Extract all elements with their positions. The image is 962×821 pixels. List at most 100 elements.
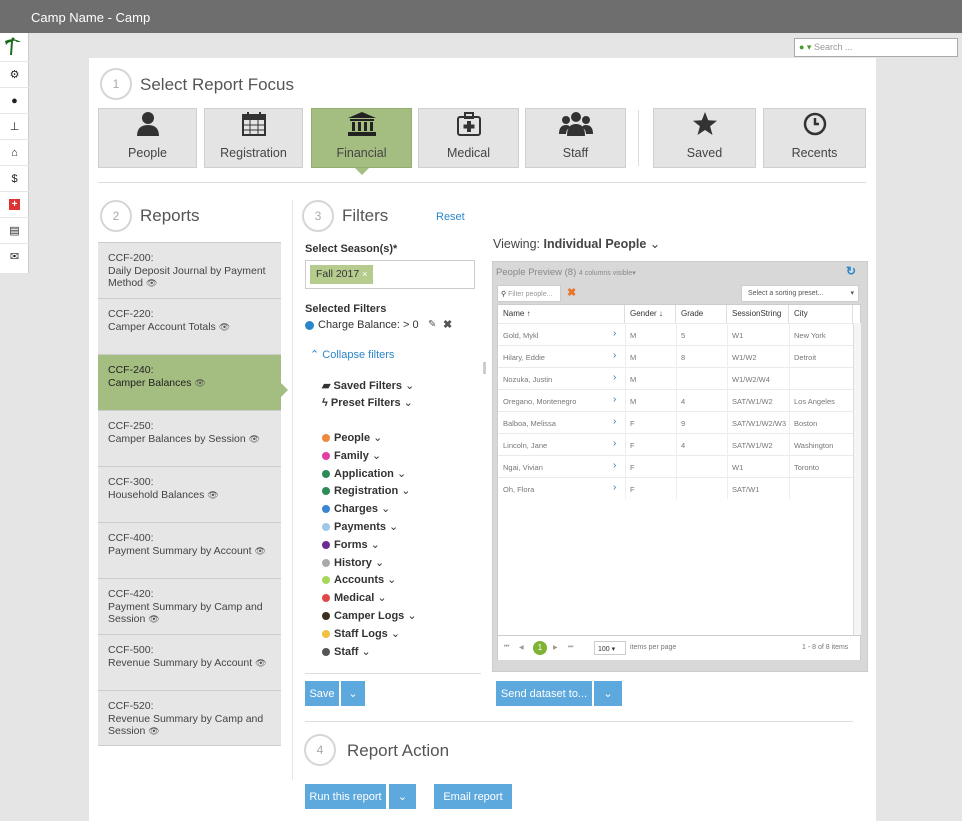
refresh-icon[interactable]: ↻: [846, 264, 856, 278]
filter-people-input[interactable]: ⚲ Filter people...: [497, 285, 561, 302]
eye-icon[interactable]: 👁: [219, 322, 230, 332]
eye-icon[interactable]: 👁: [146, 278, 157, 288]
eye-icon[interactable]: 👁: [207, 490, 218, 500]
camp-logo: [3, 37, 23, 62]
page-size-select[interactable]: 100 ▾: [594, 641, 626, 655]
medical-icon[interactable]: +: [0, 191, 29, 217]
last-page-icon[interactable]: ⏭: [568, 644, 573, 651]
search-input[interactable]: ● ▾ Search ...: [794, 38, 958, 57]
filter-category-application[interactable]: Application ⌄: [322, 467, 406, 480]
eye-icon[interactable]: 👁: [148, 614, 159, 624]
send-dropdown-button[interactable]: ⌄: [594, 681, 622, 706]
chevron-right-icon[interactable]: ›: [613, 350, 616, 361]
chevron-right-icon[interactable]: ›: [613, 394, 616, 405]
season-chip[interactable]: Fall 2017 ×: [310, 265, 374, 284]
report-item[interactable]: CCF-250: Camper Balances by Session 👁: [98, 410, 281, 466]
medkit-icon: [456, 112, 481, 141]
first-page-icon[interactable]: ⏮: [504, 644, 509, 651]
report-item[interactable]: CCF-420: Payment Summary by Camp and Sess…: [98, 578, 281, 634]
dollar-icon[interactable]: $: [0, 165, 29, 191]
chevron-right-icon[interactable]: ›: [613, 372, 616, 383]
report-item[interactable]: CCF-500: Revenue Summary by Account 👁: [98, 634, 281, 690]
column-header-name[interactable]: Name ↑: [498, 305, 625, 323]
column-header-session[interactable]: SessionString: [727, 305, 789, 323]
reset-link[interactable]: Reset: [436, 211, 465, 223]
focus-financial-button[interactable]: Financial: [311, 108, 412, 168]
filter-category-people[interactable]: People ⌄: [322, 431, 382, 444]
prev-page-icon[interactable]: ◀: [519, 644, 524, 651]
table-cell: W1/W2/W4: [732, 375, 770, 384]
org-chart-icon[interactable]: ⊥: [0, 113, 29, 139]
grid-scrollbar[interactable]: [853, 323, 861, 635]
category-dot: [322, 576, 330, 585]
pencil-icon[interactable]: ✎: [428, 319, 436, 330]
next-page-icon[interactable]: ▶: [553, 644, 558, 651]
run-dropdown-button[interactable]: ⌄: [389, 784, 416, 809]
report-item[interactable]: CCF-300: Household Balances 👁: [98, 466, 281, 522]
send-dataset-button[interactable]: Send dataset to...: [496, 681, 592, 706]
report-item-active[interactable]: CCF-240: Camper Balances 👁: [98, 354, 281, 410]
chevron-down-icon: ⌄: [404, 610, 417, 622]
focus-medical-button[interactable]: Medical: [418, 108, 519, 168]
chevron-right-icon[interactable]: ›: [613, 328, 616, 339]
column-header-city[interactable]: City: [789, 305, 853, 323]
filter-category-family[interactable]: Family ⌄: [322, 449, 381, 462]
chevron-right-icon[interactable]: ›: [613, 460, 616, 471]
chevron-right-icon[interactable]: ›: [613, 482, 616, 493]
filter-category-forms[interactable]: Forms ⌄: [322, 538, 380, 551]
filter-category-payments[interactable]: Payments ⌄: [322, 520, 398, 533]
chevron-down-icon: ⌄: [397, 791, 408, 803]
filter-category-medical[interactable]: Medical ⌄: [322, 591, 387, 604]
chevron-right-icon[interactable]: ›: [613, 438, 616, 449]
viewing-selector[interactable]: Viewing: Individual People ⌄: [493, 236, 660, 251]
column-header-grade[interactable]: Grade: [676, 305, 727, 323]
mail-icon[interactable]: ✉: [0, 243, 29, 269]
eye-icon[interactable]: 👁: [255, 658, 266, 668]
table-cell: W1/W2: [732, 353, 757, 362]
focus-recents-button[interactable]: Recents: [763, 108, 866, 168]
active-focus-pointer: [355, 168, 369, 175]
chevron-right-icon[interactable]: ›: [613, 416, 616, 427]
column-header-gender[interactable]: Gender ↓: [625, 305, 676, 323]
focus-saved-button[interactable]: Saved: [653, 108, 756, 168]
filter-category-staff[interactable]: Staff ⌄: [322, 645, 371, 658]
report-item[interactable]: CCF-520: Revenue Summary by Camp and Sess…: [98, 690, 281, 746]
filter-category-camper-logs[interactable]: Camper Logs ⌄: [322, 609, 417, 622]
save-button[interactable]: Save: [305, 681, 339, 706]
document-icon[interactable]: ▤: [0, 217, 29, 243]
filter-category-staff-logs[interactable]: Staff Logs ⌄: [322, 627, 400, 640]
dashboard-icon[interactable]: ⚙: [0, 61, 29, 87]
saved-filters-menu[interactable]: ▰ Saved Filters ⌄: [322, 379, 414, 392]
calendar-icon: [241, 112, 266, 141]
category-dot: [322, 434, 330, 443]
bank-icon[interactable]: ⌂: [0, 139, 29, 165]
eye-icon[interactable]: 👁: [254, 546, 265, 556]
focus-staff-button[interactable]: Staff: [525, 108, 626, 168]
eye-icon[interactable]: 👁: [249, 434, 260, 444]
save-dropdown-button[interactable]: ⌄: [341, 681, 365, 706]
sort-preset-select[interactable]: Select a sorting preset... ▾: [741, 285, 859, 302]
filter-category-charges[interactable]: Charges ⌄: [322, 502, 390, 515]
eye-icon[interactable]: 👁: [194, 378, 205, 388]
filter-category-registration[interactable]: Registration ⌄: [322, 484, 410, 497]
report-item[interactable]: CCF-400: Payment Summary by Account 👁: [98, 522, 281, 578]
eye-icon[interactable]: 👁: [148, 726, 159, 736]
scrollbar[interactable]: [483, 362, 486, 374]
email-report-button[interactable]: Email report: [434, 784, 512, 809]
filter-category-history[interactable]: History ⌄: [322, 556, 384, 569]
run-report-button[interactable]: Run this report: [305, 784, 386, 809]
clear-filter-icon[interactable]: ✖: [567, 286, 576, 299]
page-number[interactable]: 1: [533, 641, 547, 655]
focus-registration-button[interactable]: Registration: [204, 108, 303, 168]
left-nav: ⚙ ● ⊥ ⌂ $ + ▤ ✉: [0, 33, 29, 273]
filter-category-accounts[interactable]: Accounts ⌄: [322, 573, 396, 586]
focus-people-button[interactable]: People: [98, 108, 197, 168]
report-item[interactable]: CCF-220: Camper Account Totals 👁: [98, 298, 281, 354]
report-item[interactable]: CCF-200: Daily Deposit Journal by Payment…: [98, 242, 281, 298]
collapse-filters-link[interactable]: ⌃ Collapse filters: [310, 348, 394, 361]
preset-filters-menu[interactable]: ϟ Preset Filters ⌄: [322, 396, 413, 409]
person-icon[interactable]: ●: [0, 87, 29, 113]
remove-icon[interactable]: ✖: [443, 318, 452, 331]
close-icon[interactable]: ×: [362, 269, 367, 279]
season-select[interactable]: Fall 2017 ×: [305, 260, 475, 289]
